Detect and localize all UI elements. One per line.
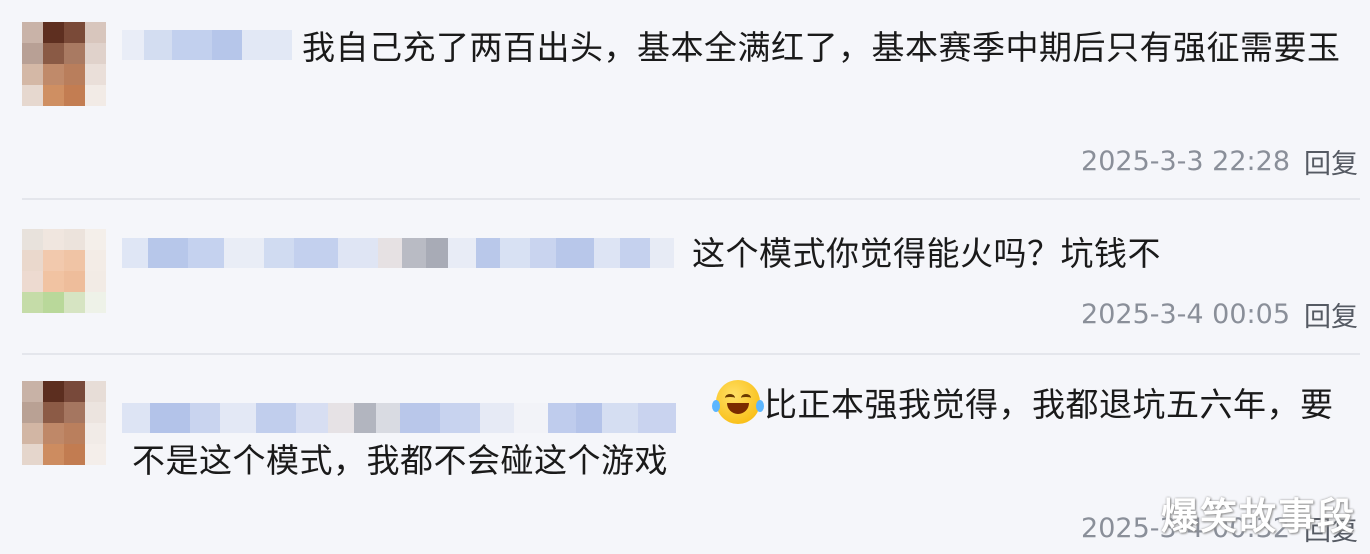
comment-meta: 2025-3-3 22:28 回复	[1081, 142, 1358, 181]
comment-item: 我自己充了两百出头，基本全满红了，基本赛季中期后只有强征需要玉 2025-3-3…	[0, 0, 1370, 200]
timestamp: 2025-3-4 00:05	[1081, 299, 1290, 330]
timestamp: 2025-3-3 22:28	[1081, 146, 1290, 177]
avatar[interactable]	[22, 229, 106, 313]
reply-button[interactable]: 回复	[1304, 295, 1358, 334]
watermark: 爆笑故事段	[1161, 495, 1356, 538]
comment-text: 我自己充了两百出头，基本全满红了，基本赛季中期后只有强征需要玉	[302, 28, 1341, 67]
reply-button[interactable]: 回复	[1304, 142, 1358, 181]
comment-text: 这个模式你觉得能火吗？坑钱不	[692, 234, 1161, 273]
comment-item: 这个模式你觉得能火吗？坑钱不 2025-3-4 00:05 回复	[0, 200, 1370, 355]
avatar[interactable]	[22, 381, 106, 465]
comment-text: 比正本强我觉得，我都退坑五六年，要不是这个模式，我都不会碰这个游戏	[132, 377, 1354, 489]
laughing-crying-emoji-icon	[712, 380, 764, 424]
avatar[interactable]	[22, 22, 106, 106]
comment-meta: 2025-3-4 00:05 回复	[1081, 295, 1358, 334]
